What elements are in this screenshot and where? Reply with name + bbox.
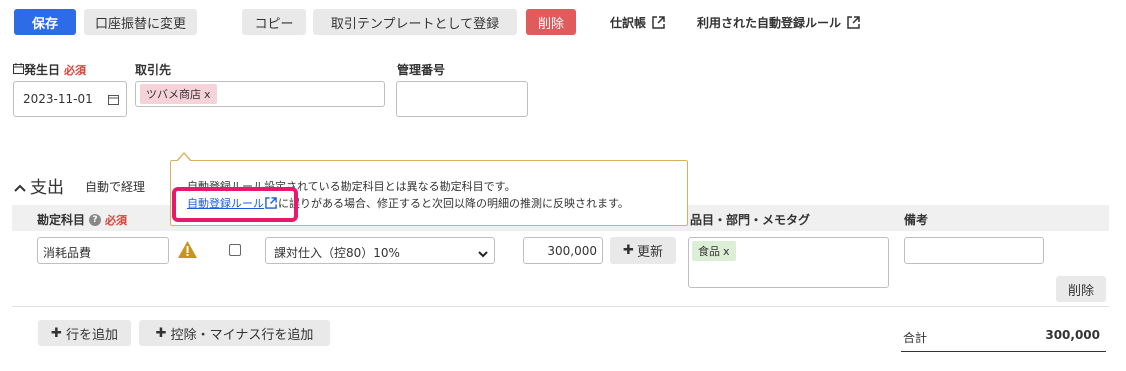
checkbox[interactable] (229, 244, 241, 256)
partner-label: 取引先 (135, 63, 172, 77)
date-value: 2023-11-01 (23, 92, 93, 106)
row-delete-button[interactable]: 削除 (1056, 276, 1106, 302)
chevron-down-icon (478, 247, 488, 262)
tooltip-arrow-inner (177, 154, 191, 162)
update-button[interactable]: ✚ 更新 (610, 237, 676, 264)
journal-link[interactable]: 仕訳帳 (610, 14, 665, 31)
note-input[interactable] (904, 237, 1044, 264)
plus-icon: ✚ (155, 325, 167, 341)
delete-button-label: 削除 (537, 16, 564, 32)
expense-section-toggle[interactable]: 支出 (14, 173, 64, 198)
item-tag[interactable]: 食品 x (692, 241, 736, 261)
note-column-header: 備考 (904, 213, 929, 227)
row-divider (12, 306, 1109, 307)
switch-button-label: 口座振替に変更 (94, 16, 186, 32)
partner-tag-label: ツバメ商店 (146, 88, 201, 101)
date-input[interactable]: 2023-11-01 (13, 81, 127, 117)
used-rule-link-label: 利用された自動登録ルール (697, 16, 842, 30)
date-label-group: 発生日 必須 (13, 61, 86, 78)
switch-to-transfer-button[interactable]: 口座振替に変更 (84, 9, 197, 35)
save-button-label: 保存 (31, 16, 58, 32)
required-badge: 必須 (64, 63, 87, 77)
account-value: 消耗品費 (43, 246, 92, 260)
auto-bookkeeping-label: 自動で経理 (85, 180, 146, 194)
tax-category-select[interactable]: 課対仕入（控80）10% (265, 237, 495, 264)
copy-button[interactable]: コピー (242, 9, 306, 35)
plus-icon: ✚ (623, 243, 634, 258)
remove-tag-icon[interactable]: x (723, 245, 730, 258)
date-label: 発生日 (24, 63, 61, 77)
copy-button-label: コピー (254, 16, 294, 32)
used-rule-link[interactable]: 利用された自動登録ルール (697, 14, 860, 31)
delete-button[interactable]: 削除 (526, 9, 576, 35)
account-column-header: 勘定科目 ? 必須 (37, 211, 127, 228)
required-badge: 必須 (105, 213, 128, 227)
add-deduction-row-label: 控除・マイナス行を追加 (170, 327, 314, 343)
tags-input[interactable]: 食品 x (688, 237, 889, 288)
save-button[interactable]: 保存 (14, 9, 76, 35)
management-number-input[interactable] (396, 81, 528, 117)
partner-tag[interactable]: ツバメ商店 x (140, 84, 217, 104)
plus-icon: ✚ (51, 325, 62, 341)
total-value: 300,000 (1045, 328, 1100, 342)
warning-icon[interactable] (177, 240, 198, 263)
add-row-button[interactable]: ✚ 行を追加 (38, 320, 131, 346)
item-tag-label: 食品 (698, 245, 720, 258)
remove-tag-icon[interactable]: x (204, 88, 211, 101)
add-row-label: 行を追加 (65, 327, 118, 343)
amount-input[interactable]: 300,000 (523, 237, 603, 264)
calendar-icon[interactable] (108, 94, 119, 109)
template-button-label: 取引テンプレートとして登録 (330, 16, 500, 32)
calendar-icon (13, 62, 24, 77)
tax-category-value: 課対仕入（控80）10% (274, 246, 400, 260)
account-input[interactable]: 消耗品費 (37, 237, 169, 264)
update-button-label: 更新 (636, 245, 663, 260)
chevron-up-icon (14, 182, 26, 197)
account-column-label: 勘定科目 (37, 213, 86, 227)
highlight-box (172, 187, 298, 222)
register-template-button[interactable]: 取引テンプレートとして登録 (313, 9, 517, 35)
amount-value: 300,000 (547, 244, 597, 258)
management-number-label: 管理番号 (397, 63, 446, 77)
partner-input[interactable]: ツバメ商店 x (135, 81, 385, 107)
external-link-icon (652, 16, 665, 29)
expense-title: 支出 (30, 178, 64, 198)
total-label: 合計 (903, 331, 928, 345)
add-deduction-row-button[interactable]: ✚ 控除・マイナス行を追加 (139, 320, 330, 346)
journal-link-label: 仕訳帳 (610, 16, 647, 30)
external-link-icon (847, 16, 860, 29)
row-delete-label: 削除 (1067, 283, 1094, 299)
help-icon[interactable]: ? (89, 213, 102, 226)
tooltip-line2-rest: に誤りがある場合、修正すると次回以降の明細の推測に反映されます。 (278, 197, 629, 210)
tags-column-header: 品目・部門・メモタグ (690, 213, 811, 227)
total-underline (901, 351, 1106, 352)
